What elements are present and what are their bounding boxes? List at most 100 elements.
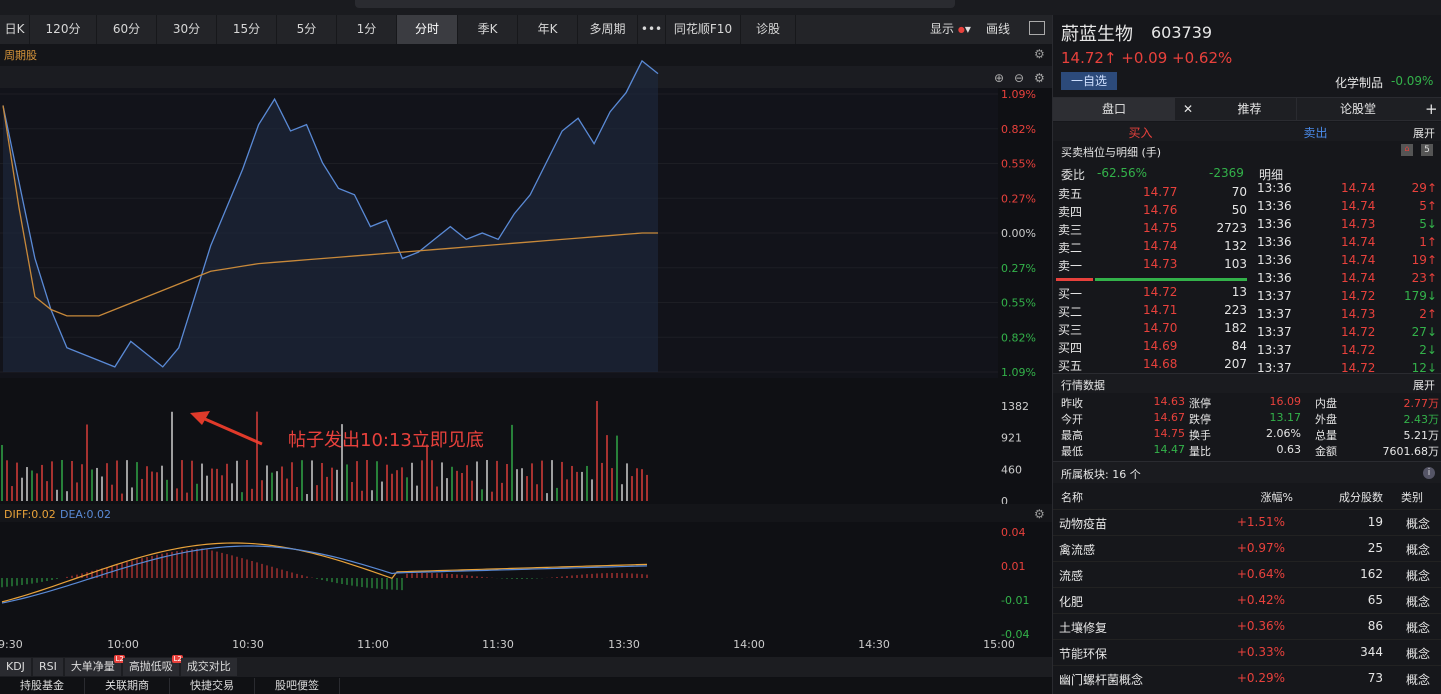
- ask-price: 14.76: [1143, 203, 1178, 217]
- tick-volume: 5↑: [1419, 199, 1437, 213]
- macd-settings-icon[interactable]: ⚙: [1034, 507, 1045, 521]
- tab-1[interactable]: 120分: [30, 15, 97, 44]
- stock-code: 603739: [1151, 23, 1213, 42]
- sector-count: 65: [1367, 593, 1383, 607]
- sector-count: 所属板块: 16 个: [1061, 468, 1141, 481]
- sector-change: +0.29%: [1236, 671, 1285, 685]
- quote-label: 金额: [1315, 445, 1337, 458]
- tick-volume: 19↑: [1411, 253, 1437, 267]
- sector-count: 344: [1360, 645, 1383, 659]
- indicator-tab-1[interactable]: RSI: [32, 658, 63, 676]
- watchlist-button[interactable]: 一自选: [1061, 72, 1117, 90]
- sector-row[interactable]: 化肥 +0.42% 65 概念: [1053, 587, 1441, 612]
- quote-value: 7601.68万: [1382, 445, 1440, 458]
- tab-4[interactable]: 15分: [217, 15, 277, 44]
- expand-button[interactable]: 展开: [1413, 125, 1435, 141]
- bank-icon[interactable]: ⌂: [1401, 144, 1413, 156]
- tick-volume: 5↓: [1419, 217, 1437, 231]
- price-settings-icon[interactable]: ⚙: [1034, 71, 1045, 85]
- quote-value: 14.47: [1153, 443, 1186, 456]
- tab-8[interactable]: 季K: [458, 15, 518, 44]
- bottom-tab-0[interactable]: 持股基金: [0, 678, 85, 694]
- ask-label: 卖四: [1058, 205, 1083, 219]
- tick-time: 13:37: [1257, 307, 1292, 321]
- close-icon[interactable]: ✕: [1183, 102, 1193, 116]
- zoom-in-icon[interactable]: ⊕: [994, 71, 1004, 85]
- tab-11[interactable]: •••: [638, 15, 666, 44]
- pct-tick: 0.55%: [1001, 158, 1036, 171]
- macd-dea-label: DEA:0.02: [60, 508, 111, 521]
- tab-pankou[interactable]: 盘口: [1053, 98, 1175, 121]
- tick-price: 14.74: [1341, 253, 1376, 267]
- bottom-tab-1[interactable]: 关联期商: [85, 678, 170, 694]
- tab-9[interactable]: 年K: [518, 15, 578, 44]
- search-bar[interactable]: [355, 0, 955, 8]
- bottom-tab-2[interactable]: 快捷交易: [170, 678, 255, 694]
- bid-volume: 223: [1224, 303, 1247, 317]
- ask-price: 14.77: [1143, 185, 1178, 199]
- tab-6[interactable]: 1分: [337, 15, 397, 44]
- orderbook-title: 买卖档位与明细 (手): [1061, 146, 1162, 159]
- ask-price: 14.74: [1143, 239, 1178, 253]
- macd-header: [0, 504, 1052, 522]
- quote-value: 2.77万: [1403, 397, 1440, 410]
- sector-row[interactable]: 幽门螺杆菌概念 +0.29% 73 概念: [1053, 665, 1441, 690]
- tick-price: 14.74: [1341, 199, 1376, 213]
- pct-tick: 0.00%: [1001, 227, 1036, 240]
- add-tab-icon[interactable]: +: [1425, 100, 1438, 118]
- sector-count: 86: [1367, 619, 1383, 633]
- buy-button[interactable]: 买入: [1053, 124, 1228, 141]
- pct-tick: 0.27%: [1001, 192, 1036, 205]
- tab-0[interactable]: 日K: [0, 15, 30, 44]
- quote-label: 总量: [1315, 429, 1337, 442]
- ask-price: 14.75: [1143, 221, 1178, 235]
- sector-count: 162: [1360, 567, 1383, 581]
- tab-10[interactable]: 多周期: [578, 15, 638, 44]
- sector-name: 流感: [1059, 569, 1084, 583]
- layout-toggle-icon[interactable]: [1029, 21, 1045, 35]
- sector-type: 概念: [1406, 673, 1431, 687]
- tab-forum[interactable]: 论股堂: [1303, 98, 1413, 121]
- bid-label: 买二: [1058, 305, 1083, 319]
- quote-label: 最低: [1061, 445, 1083, 458]
- quote-label: 最高: [1061, 429, 1083, 442]
- pct-tick: 0.27%: [1001, 262, 1036, 275]
- sector-row[interactable]: 动物疫苗 +1.51% 19 概念: [1053, 509, 1441, 534]
- sector-col-header: 名称: [1061, 491, 1083, 504]
- ask-volume: 70: [1231, 185, 1247, 199]
- annotation-arrowhead: [190, 411, 210, 425]
- sector-row[interactable]: 禽流感 +0.97% 25 概念: [1053, 535, 1441, 560]
- display-button[interactable]: 显示 ●▾: [930, 15, 971, 44]
- sector-name: 幽门螺杆菌概念: [1059, 673, 1144, 687]
- indicator-tab-0[interactable]: KDJ: [0, 658, 31, 676]
- settings-gear-icon[interactable]: ⚙: [1034, 47, 1045, 61]
- sector-row[interactable]: 流感 +0.64% 162 概念: [1053, 561, 1441, 586]
- quote-label: 量比: [1189, 445, 1211, 458]
- tab-3[interactable]: 30分: [157, 15, 217, 44]
- indicator-tab-4[interactable]: 成交对比: [180, 658, 237, 676]
- tab-5[interactable]: 5分: [277, 15, 337, 44]
- draw-line-button[interactable]: 画线: [986, 15, 1010, 44]
- level-5-icon[interactable]: 5: [1421, 144, 1433, 156]
- indicator-tab-2[interactable]: 大单净量 L2: [64, 655, 125, 676]
- time-tick: 10:00: [107, 638, 139, 651]
- bottom-tab-3[interactable]: 股吧便签: [255, 678, 340, 694]
- sector-row[interactable]: 节能环保 +0.33% 344 概念: [1053, 639, 1441, 664]
- time-tick: 11:30: [482, 638, 514, 651]
- indicator-tab-3[interactable]: 高抛低吸 L2: [122, 655, 183, 676]
- tab-2[interactable]: 60分: [97, 15, 157, 44]
- info-icon[interactable]: i: [1423, 467, 1435, 479]
- tab-recommend[interactable]: 推荐: [1203, 98, 1297, 121]
- sector-change: +0.33%: [1236, 645, 1285, 659]
- zoom-out-icon[interactable]: ⊖: [1014, 71, 1024, 85]
- tick-price: 14.74: [1341, 181, 1376, 195]
- sector-row[interactable]: 土壤修复 +0.36% 86 概念: [1053, 613, 1441, 638]
- tab-13[interactable]: 诊股: [741, 15, 796, 44]
- quote-expand-button[interactable]: 展开: [1413, 377, 1435, 393]
- sell-button[interactable]: 卖出: [1228, 124, 1403, 141]
- tab-7[interactable]: 分时: [397, 15, 458, 44]
- tab-12[interactable]: 同花顺F10: [666, 15, 741, 44]
- sector-name[interactable]: 化学制品: [1335, 74, 1383, 91]
- tick-time: 13:36: [1257, 199, 1292, 213]
- tick-time: 13:36: [1257, 235, 1292, 249]
